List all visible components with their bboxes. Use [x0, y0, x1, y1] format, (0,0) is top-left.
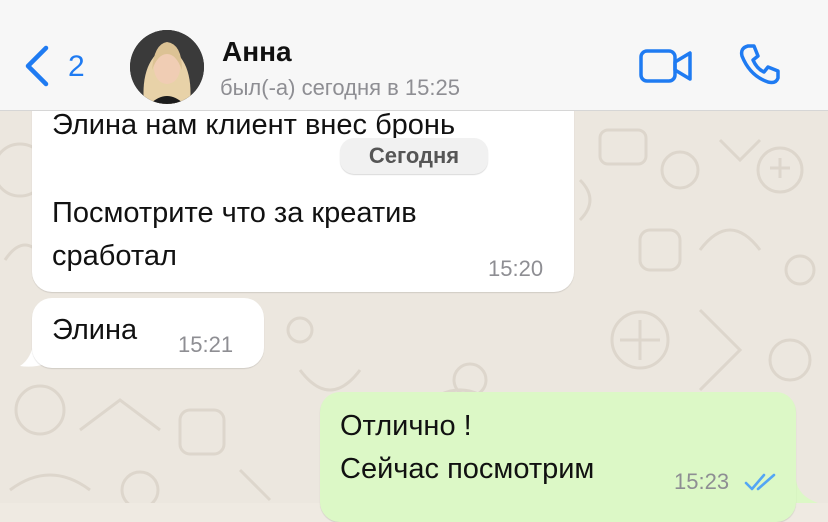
message-text: Элина — [52, 314, 138, 346]
incoming-message-bubble[interactable]: Элина 15:21 — [32, 298, 264, 368]
incoming-message-bubble[interactable]: Элина нам клиент внес бронь Посмотрите ч… — [32, 88, 574, 292]
message-text-line2: сработал — [52, 240, 177, 272]
phone-icon[interactable] — [738, 42, 782, 86]
message-text-line1: Отлично ! — [340, 410, 472, 442]
message-time: 15:20 — [488, 256, 544, 281]
avatar[interactable] — [130, 30, 204, 104]
double-check-icon — [744, 473, 776, 491]
message-time: 15:23 — [674, 469, 730, 494]
last-seen-status: был(-а) сегодня в 15:25 — [220, 75, 460, 100]
message-text-line1: Посмотрите что за креатив — [52, 197, 417, 229]
contact-name[interactable]: Анна — [222, 36, 292, 68]
avatar-photo — [130, 30, 204, 104]
video-camera-icon[interactable] — [638, 46, 694, 86]
date-separator: Сегодня — [340, 138, 488, 174]
chat-header: 2 Анна был(-а) сегодня в 15:25 — [0, 0, 828, 111]
back-unread-count[interactable]: 2 — [68, 50, 85, 84]
message-text-line2: Сейчас посмотрим — [340, 453, 595, 485]
message-time: 15:21 — [178, 332, 234, 357]
chevron-left-icon[interactable] — [22, 44, 54, 88]
